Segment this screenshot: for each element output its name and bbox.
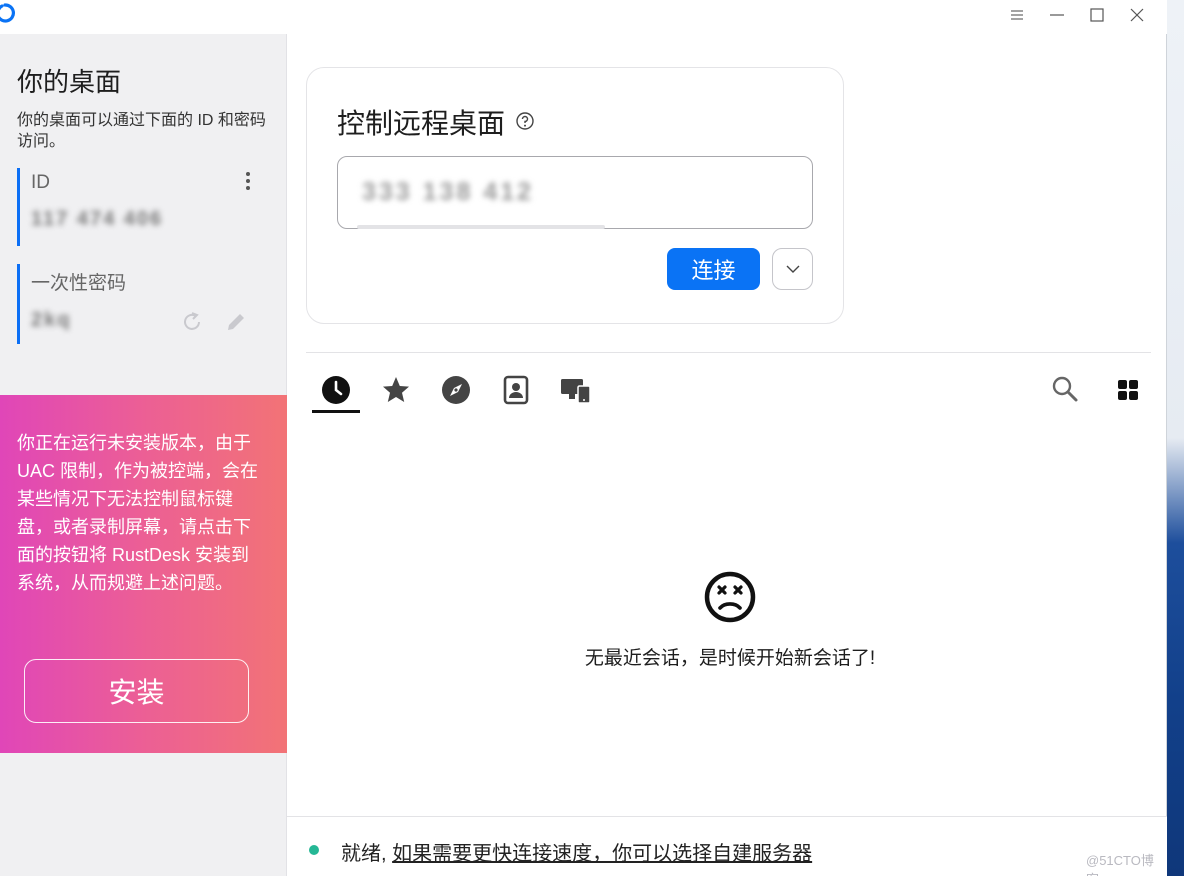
close-button[interactable] bbox=[1117, 4, 1157, 26]
minimize-button[interactable] bbox=[1037, 4, 1077, 26]
remote-id-value: 333 138 412 bbox=[362, 178, 535, 206]
tab-favorites[interactable] bbox=[372, 370, 420, 412]
status-state: 就绪, bbox=[341, 843, 387, 865]
title-bar bbox=[0, 0, 1167, 34]
help-icon[interactable] bbox=[515, 111, 535, 131]
id-label: ID bbox=[31, 172, 50, 193]
tab-address-book[interactable] bbox=[492, 370, 540, 412]
remote-id-input[interactable]: 333 138 412 bbox=[337, 156, 813, 229]
connect-title: 控制远程桌面 bbox=[337, 108, 506, 139]
input-underline bbox=[357, 225, 605, 229]
tab-recent[interactable] bbox=[312, 370, 360, 413]
sidebar-description: 你的桌面可以通过下面的 ID 和密码访问。 bbox=[17, 112, 266, 150]
id-field: ID 117 474 406 bbox=[17, 168, 267, 246]
empty-message: 无最近会话，是时候开始新会话了! bbox=[584, 648, 876, 669]
status-text: 就绪, 如果需要更快连接速度，你可以选择自建服务器 bbox=[341, 837, 812, 866]
watermark: @51CTO博客 bbox=[1086, 853, 1154, 876]
contact-card-icon bbox=[503, 375, 529, 405]
desktop-background bbox=[1167, 0, 1184, 876]
maximize-icon bbox=[1090, 8, 1104, 22]
minimize-icon bbox=[1050, 14, 1064, 16]
install-button[interactable]: 安装 bbox=[24, 659, 249, 723]
connect-options-button[interactable] bbox=[772, 248, 813, 290]
self-host-server-link[interactable]: 如果需要更快连接速度，你可以选择自建服务器 bbox=[392, 843, 812, 865]
more-options-icon[interactable] bbox=[243, 170, 253, 194]
search-icon[interactable] bbox=[1050, 374, 1080, 404]
refresh-password-icon[interactable] bbox=[180, 310, 204, 334]
section-divider bbox=[306, 352, 1151, 353]
clock-icon bbox=[322, 376, 350, 404]
install-panel: 你正在运行未安装版本，由于 UAC 限制，作为被控端，会在某些情况下无法控制鼠标… bbox=[0, 395, 287, 753]
rustdesk-logo-icon bbox=[0, 3, 15, 23]
menu-button[interactable] bbox=[997, 4, 1037, 26]
active-tab-indicator bbox=[312, 410, 360, 413]
grid-view-icon[interactable] bbox=[1114, 376, 1142, 404]
password-label: 一次性密码 bbox=[31, 273, 127, 294]
maximize-button[interactable] bbox=[1077, 4, 1117, 26]
sidebar-title: 你的桌面 bbox=[17, 67, 122, 97]
id-value[interactable]: 117 474 406 bbox=[31, 208, 267, 231]
empty-state: 无最近会话，是时候开始新会话了! bbox=[560, 570, 900, 670]
close-icon bbox=[1130, 8, 1144, 22]
tab-groups[interactable] bbox=[552, 370, 600, 412]
sidebar: 你的桌面 你的桌面可以通过下面的 ID 和密码访问。 ID 117 474 40… bbox=[0, 34, 287, 876]
chevron-down-icon bbox=[786, 265, 799, 273]
connect-button[interactable]: 连接 bbox=[667, 248, 760, 290]
status-indicator bbox=[309, 845, 319, 855]
hamburger-icon bbox=[1011, 10, 1023, 20]
compass-icon bbox=[442, 376, 470, 404]
rustdesk-window: 你的桌面 你的桌面可以通过下面的 ID 和密码访问。 ID 117 474 40… bbox=[0, 0, 1167, 876]
sad-face-icon bbox=[704, 571, 756, 623]
devices-icon bbox=[561, 379, 591, 404]
star-icon bbox=[383, 377, 409, 402]
edit-password-icon[interactable] bbox=[224, 310, 248, 334]
tab-discovered[interactable] bbox=[432, 370, 480, 412]
password-field: 一次性密码 2kq bbox=[17, 264, 267, 344]
status-bar: 就绪, 如果需要更快连接速度，你可以选择自建服务器 bbox=[287, 816, 1167, 876]
connect-card: 控制远程桌面 333 138 412 连接 bbox=[306, 67, 844, 324]
install-message: 你正在运行未安装版本，由于 UAC 限制，作为被控端，会在某些情况下无法控制鼠标… bbox=[17, 433, 259, 593]
